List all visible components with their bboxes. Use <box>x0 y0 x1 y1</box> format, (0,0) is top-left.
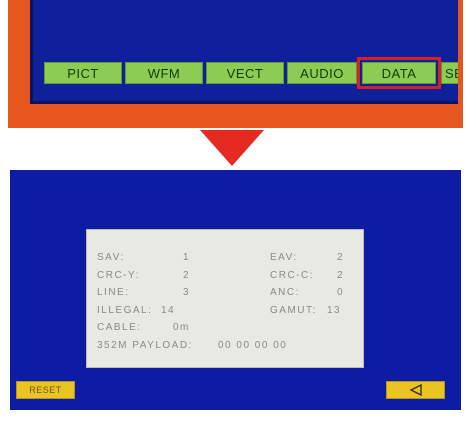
menu-button-label: SE <box>445 65 458 81</box>
illegal-value: 14 <box>161 305 176 316</box>
menu-button-label: PICT <box>67 65 99 81</box>
menu-button-vect[interactable]: VECT <box>206 62 284 84</box>
anc-value: 0 <box>337 287 345 298</box>
menu-button-label: VECT <box>226 65 264 81</box>
payload-value: 00 00 00 00 <box>218 340 288 351</box>
reset-button-label: RESET <box>29 385 62 395</box>
menu-button-label: WFM <box>147 65 181 81</box>
crc-y-label: CRC-Y: <box>97 270 140 281</box>
sav-value: 1 <box>183 252 191 263</box>
anc-label: ANC: <box>270 287 300 298</box>
cable-label: CABLE: <box>97 322 142 333</box>
top-screen <box>30 0 458 104</box>
sav-label: SAV: <box>97 252 125 263</box>
crc-y-value: 2 <box>183 270 191 281</box>
crc-c-label: CRC-C: <box>270 270 314 281</box>
data-panel: SAV: 1 EAV: 2 CRC-Y: 2 CRC-C: 2 LINE: 3 … <box>86 229 364 368</box>
payload-label: 352M PAYLOAD: <box>97 340 193 351</box>
eav-value: 2 <box>337 252 345 263</box>
menu-button-pict[interactable]: PICT <box>44 62 122 84</box>
down-arrow-icon <box>200 130 264 166</box>
gamut-label: GAMUT: <box>270 305 317 316</box>
menu-button-wfm[interactable]: WFM <box>125 62 203 84</box>
line-value: 3 <box>183 287 191 298</box>
eav-label: EAV: <box>270 252 298 263</box>
gamut-value: 13 <box>327 305 342 316</box>
cable-value: 0m <box>173 322 190 333</box>
triangle-left-icon <box>408 384 422 396</box>
illegal-label: ILLEGAL: <box>97 305 153 316</box>
menu-button-se[interactable]: SE <box>441 62 458 84</box>
reset-button[interactable]: RESET <box>16 381 75 399</box>
line-label: LINE: <box>97 287 130 298</box>
menu-button-label: AUDIO <box>300 65 344 81</box>
menu-button-data[interactable]: DATA <box>357 57 441 89</box>
menu-button-audio[interactable]: AUDIO <box>287 62 357 84</box>
back-button[interactable] <box>386 381 445 399</box>
menu-button-label: DATA <box>381 65 417 81</box>
crc-c-value: 2 <box>337 270 345 281</box>
